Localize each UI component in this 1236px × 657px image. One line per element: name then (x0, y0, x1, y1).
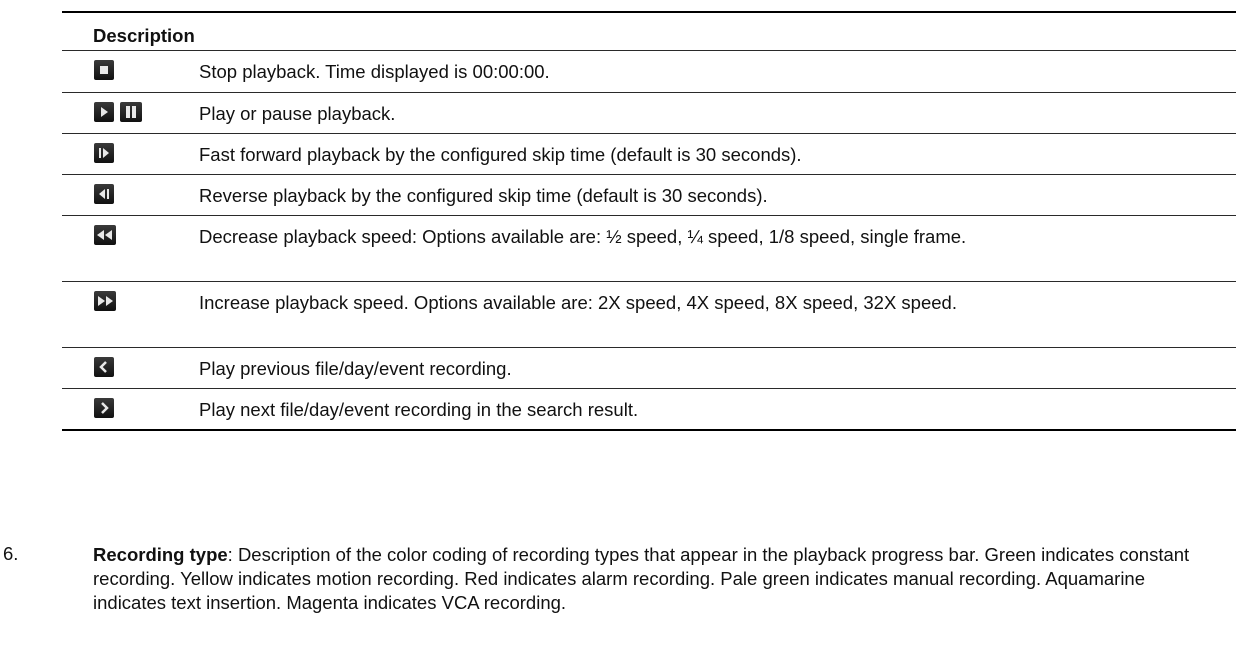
table-row: Play next file/day/event recording in th… (62, 389, 1236, 429)
row-description: Fast forward playback by the configured … (199, 144, 802, 165)
item-paragraph: Recording type: Description of the color… (93, 543, 1192, 615)
table-row: Fast forward playback by the configured … (62, 134, 1236, 174)
next-icon (94, 398, 114, 418)
skip-back-icon (94, 184, 114, 204)
table-bottom-rule (62, 429, 1236, 431)
speed-up-icon (94, 291, 116, 311)
slow-down-icon (94, 225, 116, 245)
pause-icon (120, 102, 142, 122)
row-description: Stop playback. Time displayed is 00:00:0… (199, 61, 550, 82)
table-row: Reverse playback by the configured skip … (62, 175, 1236, 215)
item-body: : Description of the color coding of rec… (93, 544, 1190, 613)
skip-forward-icon (94, 143, 114, 163)
previous-icon (94, 357, 114, 377)
table-header: Description (62, 13, 1236, 46)
stop-icon (94, 60, 114, 80)
table-row: Stop playback. Time displayed is 00:00:0… (62, 51, 1236, 92)
row-description: Play or pause playback. (199, 103, 396, 124)
row-description: Play previous file/day/event recording. (199, 358, 512, 379)
item-term: Recording type (93, 544, 228, 565)
table-row: Play or pause playback. (62, 93, 1236, 133)
row-description: Play next file/day/event recording in th… (199, 399, 639, 420)
row-description: Reverse playback by the configured skip … (199, 185, 768, 206)
row-description: Increase playback speed. Options availab… (199, 292, 957, 313)
item-number: 6. (3, 543, 19, 564)
row-description: Decrease playback speed: Options availab… (199, 226, 967, 247)
play-icon (94, 102, 114, 122)
table-row: Play previous file/day/event recording. (62, 348, 1236, 388)
table-row: Increase playback speed. Options availab… (62, 282, 1236, 347)
column-header-description: Description (93, 25, 195, 46)
table-row: Decrease playback speed: Options availab… (62, 216, 1236, 281)
description-table: Description Stop playback. Time displaye… (62, 11, 1236, 431)
